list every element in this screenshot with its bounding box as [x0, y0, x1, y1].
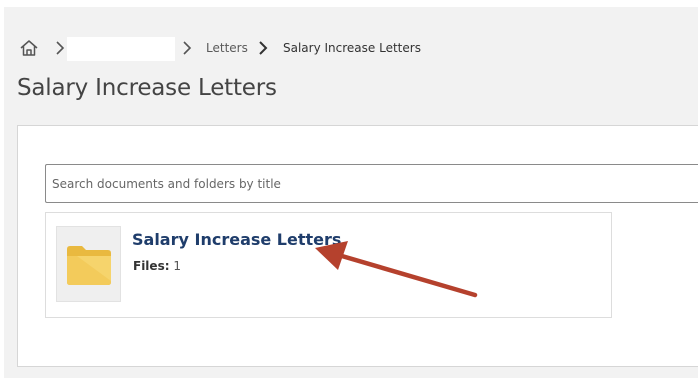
breadcrumb: Letters Salary Increase Letters	[18, 37, 438, 61]
folder-icon	[67, 246, 111, 285]
folder-thumbnail[interactable]	[56, 226, 121, 302]
folder-file-count: Files: 1	[133, 259, 181, 273]
breadcrumb-item-current: Salary Increase Letters	[283, 41, 421, 55]
chevron-right-icon	[258, 40, 268, 56]
page-title: Salary Increase Letters	[17, 75, 277, 101]
search-input[interactable]	[46, 165, 698, 202]
files-label: Files:	[133, 259, 170, 273]
home-icon[interactable]	[18, 37, 40, 59]
search-box[interactable]	[45, 164, 698, 203]
breadcrumb-item-letters[interactable]: Letters	[206, 41, 248, 55]
red-arrow-icon	[315, 241, 478, 298]
chevron-right-icon	[55, 40, 65, 56]
breadcrumb-item-redacted[interactable]	[67, 37, 175, 61]
chevron-right-icon	[182, 40, 192, 56]
files-count: 1	[173, 259, 181, 273]
